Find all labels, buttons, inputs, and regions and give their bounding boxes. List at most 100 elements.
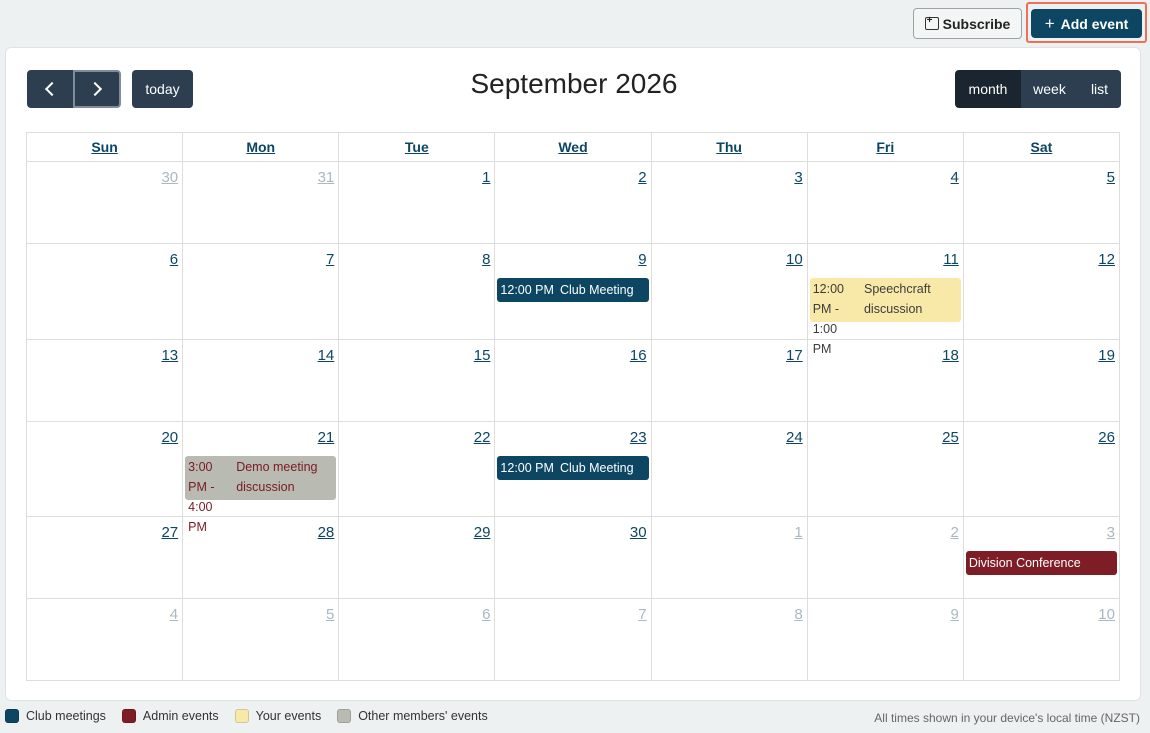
- day-number[interactable]: 24: [786, 429, 803, 446]
- day-number[interactable]: 7: [638, 606, 646, 623]
- day-cell[interactable]: 1: [652, 517, 808, 598]
- subscribe-button[interactable]: Subscribe: [913, 8, 1022, 39]
- day-number[interactable]: 30: [161, 169, 178, 186]
- view-week-button[interactable]: week: [1021, 70, 1078, 108]
- day-cell[interactable]: 29: [339, 517, 496, 598]
- day-cell[interactable]: 18: [808, 340, 964, 421]
- day-number[interactable]: 13: [161, 347, 178, 364]
- day-cell[interactable]: 6: [339, 599, 496, 680]
- day-number[interactable]: 19: [1098, 347, 1115, 364]
- day-number[interactable]: 9: [951, 606, 959, 623]
- weekday-link[interactable]: Wed: [558, 139, 587, 155]
- day-number[interactable]: 2: [951, 524, 959, 541]
- day-cell[interactable]: 30: [495, 517, 652, 598]
- day-number[interactable]: 1: [794, 524, 802, 541]
- day-cell[interactable]: 9 12:00 PM Club Meeting: [495, 244, 652, 339]
- event-demo-meeting-discussion[interactable]: 3:00 PM - 4:00 PM Demo meeting discussio…: [185, 456, 337, 534]
- event-club-meeting[interactable]: 12:00 PM Club Meeting: [497, 456, 649, 480]
- event-division-conference[interactable]: Division Conference: [965, 551, 1117, 575]
- day-cell[interactable]: 24: [652, 422, 808, 516]
- day-cell[interactable]: 21 3:00 PM - 4:00 PM Demo meeting discus…: [183, 422, 340, 534]
- day-cell[interactable]: 10: [652, 244, 808, 339]
- day-cell[interactable]: 19: [964, 340, 1120, 421]
- day-number[interactable]: 5: [1107, 169, 1115, 186]
- day-cell[interactable]: 5: [964, 162, 1120, 243]
- day-number[interactable]: 15: [474, 347, 491, 364]
- day-number[interactable]: 27: [161, 524, 178, 541]
- day-number[interactable]: 1: [482, 169, 490, 186]
- weekday-link[interactable]: Sat: [1031, 139, 1053, 155]
- day-number[interactable]: 8: [482, 251, 490, 268]
- day-cell[interactable]: 22: [339, 422, 496, 516]
- day-number[interactable]: 26: [1098, 429, 1115, 446]
- day-number[interactable]: 31: [318, 169, 335, 186]
- day-cell[interactable]: 23 12:00 PM Club Meeting: [495, 422, 652, 516]
- day-cell[interactable]: 14: [183, 340, 340, 421]
- day-number[interactable]: 29: [474, 524, 491, 541]
- day-cell[interactable]: 16: [495, 340, 652, 421]
- day-cell[interactable]: 15: [339, 340, 496, 421]
- day-cell[interactable]: 1: [339, 162, 496, 243]
- day-number[interactable]: 6: [170, 251, 178, 268]
- day-number[interactable]: 11: [943, 251, 959, 268]
- day-number[interactable]: 12: [1098, 251, 1115, 268]
- day-cell[interactable]: 25: [808, 422, 964, 516]
- day-cell[interactable]: 4: [27, 599, 184, 680]
- day-number[interactable]: 10: [786, 251, 803, 268]
- day-cell[interactable]: 27: [27, 517, 184, 598]
- day-number[interactable]: 20: [161, 429, 178, 446]
- day-number[interactable]: 8: [794, 606, 802, 623]
- day-number[interactable]: 14: [318, 347, 335, 364]
- day-cell[interactable]: 30: [27, 162, 184, 243]
- day-cell[interactable]: 26: [964, 422, 1120, 516]
- day-number[interactable]: 25: [942, 429, 959, 446]
- day-number[interactable]: 16: [630, 347, 647, 364]
- day-cell[interactable]: 2: [495, 162, 652, 243]
- day-cell[interactable]: 6: [27, 244, 184, 339]
- day-number[interactable]: 18: [942, 347, 959, 364]
- day-cell[interactable]: 4: [808, 162, 964, 243]
- event-club-meeting[interactable]: 12:00 PM Club Meeting: [497, 278, 649, 302]
- day-number[interactable]: 28: [318, 524, 335, 541]
- weekday-link[interactable]: Fri: [876, 139, 894, 155]
- weekday-link[interactable]: Mon: [246, 139, 275, 155]
- day-number[interactable]: 2: [638, 169, 646, 186]
- day-cell[interactable]: 13: [27, 340, 184, 421]
- weekday-link[interactable]: Thu: [716, 139, 742, 155]
- event-speechcraft-discussion[interactable]: 12:00 PM - 1:00 PM Speechcraft discussio…: [809, 278, 961, 356]
- day-number[interactable]: 21: [318, 429, 335, 446]
- day-cell[interactable]: 31: [183, 162, 340, 243]
- day-cell[interactable]: 5: [183, 599, 340, 680]
- day-number[interactable]: 30: [630, 524, 647, 541]
- day-cell[interactable]: 7: [495, 599, 652, 680]
- day-number[interactable]: 10: [1098, 606, 1115, 623]
- add-event-button[interactable]: + Add event: [1031, 9, 1142, 38]
- day-cell[interactable]: 12: [964, 244, 1120, 339]
- day-cell[interactable]: 20: [27, 422, 184, 516]
- day-cell[interactable]: 3 Division Conference: [964, 517, 1120, 598]
- day-cell[interactable]: 28: [183, 517, 340, 598]
- day-number[interactable]: 6: [482, 606, 490, 623]
- day-number[interactable]: 7: [326, 251, 334, 268]
- weekday-link[interactable]: Sun: [91, 139, 117, 155]
- day-number[interactable]: 3: [1107, 524, 1115, 541]
- day-number[interactable]: 22: [474, 429, 491, 446]
- day-number[interactable]: 3: [794, 169, 802, 186]
- day-cell[interactable]: 8: [652, 599, 808, 680]
- day-cell[interactable]: 3: [652, 162, 808, 243]
- day-number[interactable]: 4: [951, 169, 959, 186]
- weekday-link[interactable]: Tue: [405, 139, 429, 155]
- view-list-button[interactable]: list: [1078, 70, 1121, 108]
- day-cell[interactable]: 11 12:00 PM - 1:00 PM Speechcraft discus…: [808, 244, 964, 356]
- day-cell[interactable]: 2: [808, 517, 964, 598]
- day-number[interactable]: 9: [638, 251, 646, 268]
- day-number[interactable]: 4: [170, 606, 178, 623]
- day-cell[interactable]: 9: [808, 599, 964, 680]
- day-number[interactable]: 17: [786, 347, 803, 364]
- day-cell[interactable]: 8: [339, 244, 496, 339]
- day-cell[interactable]: 7: [183, 244, 340, 339]
- day-cell[interactable]: 17: [652, 340, 808, 421]
- day-cell[interactable]: 10: [964, 599, 1120, 680]
- day-number[interactable]: 5: [326, 606, 334, 623]
- view-month-button[interactable]: month: [955, 70, 1021, 108]
